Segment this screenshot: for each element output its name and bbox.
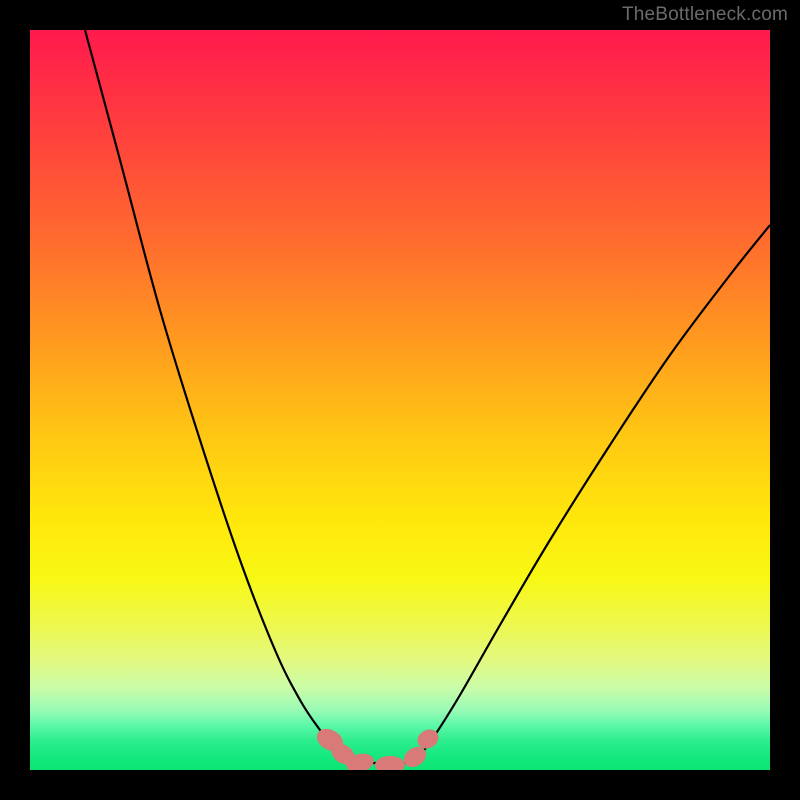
chart-svg — [30, 30, 770, 770]
chart-frame — [30, 30, 770, 770]
floor-marker-2 — [375, 756, 405, 770]
valley-markers — [313, 724, 442, 770]
watermark-text: TheBottleneck.com — [622, 4, 788, 26]
left-curve — [85, 30, 355, 763]
right-curve — [410, 225, 770, 763]
